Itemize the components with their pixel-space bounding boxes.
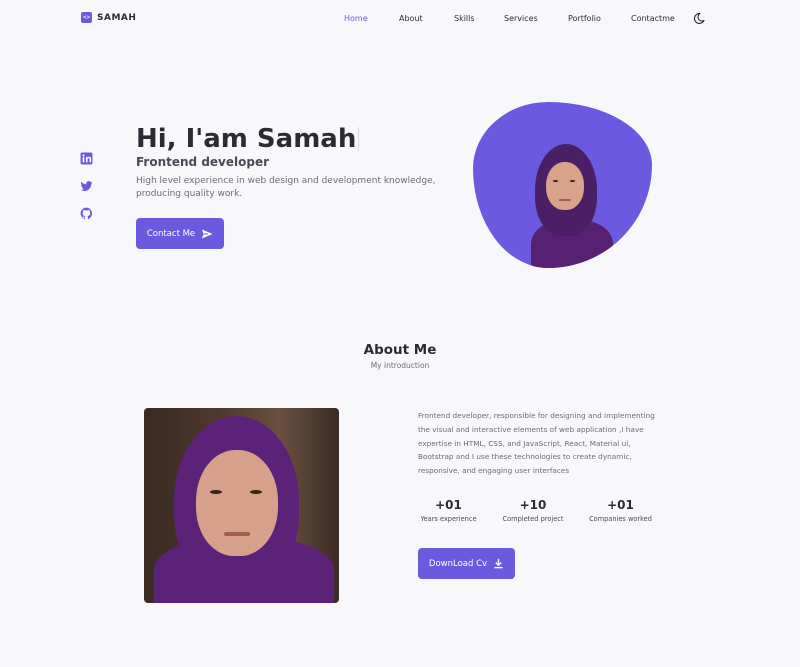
hero-title: Hi, I'am Samah [136,124,360,154]
nav-contactme[interactable]: Contactme [631,14,691,23]
stat-label: Completed project [502,515,564,523]
profile-photo [521,144,621,268]
stat-number: +01 [435,498,462,512]
linkedin-icon[interactable] [80,150,93,165]
typing-cursor [358,127,360,151]
download-cv-label: DownLoad Cv [428,558,488,569]
stat-number: +10 [519,498,547,512]
nav-portfolio[interactable]: Portfolio [568,14,631,23]
hero-subtitle: Frontend developer [136,155,270,169]
stat-label: Companies worked [589,515,652,523]
nav-services[interactable]: Services [504,14,568,23]
about-title: About Me [363,342,437,358]
github-icon[interactable] [80,205,93,220]
nav-home[interactable]: Home [344,14,399,23]
stat-completed-project: +10 Completed project [498,498,568,523]
contact-me-button[interactable]: Contact Me [136,218,224,249]
hero-profile-image [473,102,652,268]
stat-label: Years experience [420,515,477,523]
download-cv-button[interactable]: DownLoad Cv [418,548,515,579]
header: <> SAMAH Home About Skills Services Port… [0,0,800,40]
main-nav: Home About Skills Services Portfolio Con… [344,14,691,23]
profile-photo-large [144,408,339,603]
about-description: Frontend developer, responsible for desi… [418,411,655,476]
logo-text: SAMAH [97,12,137,23]
stat-number: +01 [607,498,634,512]
hero-description: High level experience in web design and … [136,176,436,199]
stat-years-experience: +01 Years experience [417,498,480,523]
download-icon [494,558,503,569]
moon-icon[interactable] [693,12,705,25]
logo[interactable]: <> SAMAH [81,12,136,23]
stat-companies-worked: +01 Companies worked [585,498,656,523]
nav-about[interactable]: About [399,14,454,23]
contact-me-label: Contact Me [146,228,196,239]
nav-skills[interactable]: Skills [454,14,504,23]
about-photo [144,408,339,603]
about-subtitle: My introduction [370,361,430,370]
twitter-icon[interactable] [80,178,93,191]
send-icon [202,229,213,238]
code-icon: <> [81,12,92,23]
